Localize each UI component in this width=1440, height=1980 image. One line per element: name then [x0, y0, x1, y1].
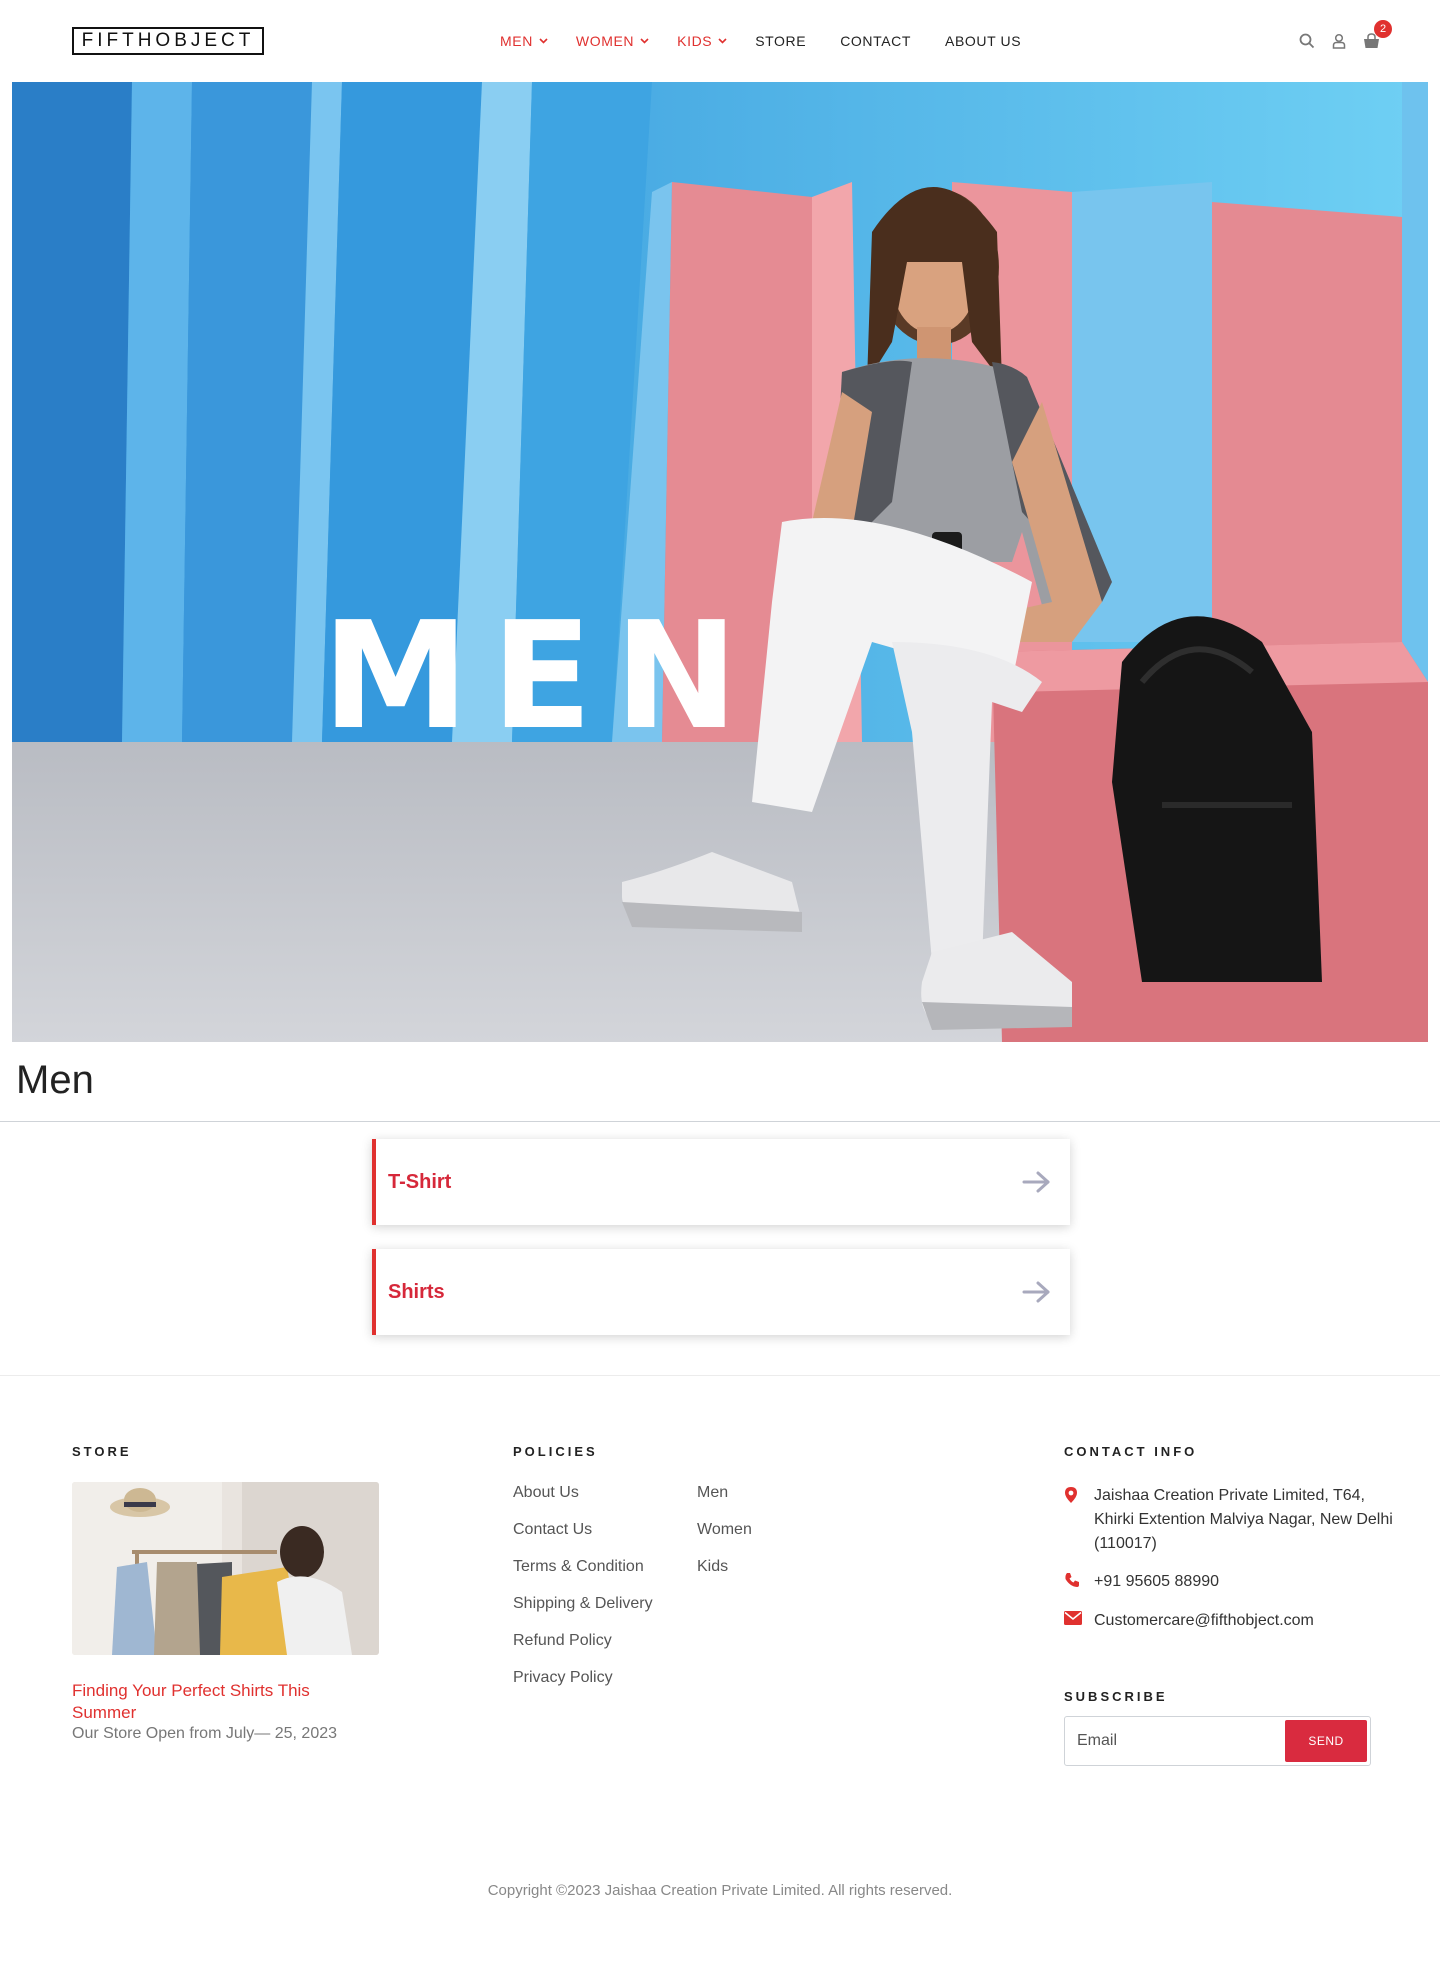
contact-phone: +91 95605 88990 [1064, 1570, 1404, 1594]
contact-email: Customercare@fifthobject.com [1064, 1609, 1404, 1633]
contact-address-text: Jaishaa Creation Private Limited, T64, K… [1094, 1487, 1393, 1552]
nav-item-women[interactable]: WOMEN [576, 33, 649, 49]
nav-item-label: WOMEN [575, 33, 635, 49]
header-icons: 2 [1283, 0, 1392, 82]
arrow-right-icon [1022, 1170, 1052, 1194]
footer-link-shipping[interactable]: Shipping & Delivery [513, 1595, 653, 1614]
contact-address: Jaishaa Creation Private Limited, T64, K… [1064, 1484, 1404, 1556]
nav-item-label: CONTACT [840, 33, 912, 49]
copyright-text: Copyright ©2023 Jaishaa Creation Private… [487, 1882, 953, 1899]
nav-item-about-us[interactable]: ABOUT US [945, 33, 1021, 49]
nav-item-contact[interactable]: CONTACT [840, 33, 911, 49]
divider [0, 1121, 1440, 1122]
subscribe-email-input[interactable] [1065, 1732, 1285, 1750]
cart-count-badge: 2 [1374, 20, 1392, 38]
category-card-shirts[interactable]: Shirts [372, 1249, 1070, 1335]
footer-link-contact-us[interactable]: Contact Us [513, 1521, 653, 1540]
policies-list: About Us Contact Us Terms & Condition Sh… [513, 1484, 653, 1706]
footer-link-women[interactable]: Women [697, 1521, 752, 1540]
nav-item-label: MEN [500, 33, 533, 49]
nav-item-men[interactable]: MEN [500, 33, 548, 49]
categories-list: Men Women Kids [697, 1484, 752, 1595]
footer-link-men[interactable]: Men [697, 1484, 752, 1503]
cart-icon[interactable]: 2 [1363, 20, 1392, 49]
nav-item-kids[interactable]: KIDS [677, 33, 727, 49]
footer-link-privacy[interactable]: Privacy Policy [513, 1669, 653, 1688]
site-logo[interactable]: FIFTHOBJECT [72, 27, 264, 55]
hero-title: MEN [322, 590, 761, 762]
footer-heading-store: STORE [72, 1444, 132, 1459]
hero-image [12, 82, 1428, 1042]
divider [0, 1375, 1440, 1376]
footer-heading-contact: CONTACT INFO [1064, 1444, 1198, 1459]
subscribe-send-button[interactable]: SEND [1285, 1720, 1367, 1762]
map-pin-icon [1064, 1484, 1094, 1504]
phone-icon [1064, 1570, 1094, 1588]
search-icon[interactable] [1299, 33, 1315, 49]
main-nav: MEN WOMEN KIDS STORE CONTACT ABOUT US [500, 0, 1055, 82]
chevron-down-icon [539, 38, 548, 44]
nav-item-label: ABOUT US [945, 33, 1022, 49]
footer-link-kids[interactable]: Kids [697, 1558, 752, 1577]
nav-item-label: KIDS [677, 33, 713, 49]
footer-link-terms[interactable]: Terms & Condition [513, 1558, 653, 1577]
footer-link-refund[interactable]: Refund Policy [513, 1632, 653, 1651]
store-post-image[interactable] [72, 1482, 379, 1655]
arrow-right-icon [1022, 1280, 1052, 1304]
store-post-subtitle: Our Store Open from July— 25, 2023 [72, 1725, 338, 1742]
nav-item-store[interactable]: STORE [755, 33, 806, 49]
site-header: FIFTHOBJECT MEN WOMEN KIDS STORE CONTACT [0, 0, 1440, 82]
store-post-title-link[interactable]: Finding Your Perfect Shirts This Summer [72, 1680, 342, 1724]
category-label: T-Shirt [388, 1170, 452, 1193]
footer-heading-subscribe: SUBSCRIBE [1064, 1689, 1168, 1704]
contact-email-text[interactable]: Customercare@fifthobject.com [1094, 1609, 1404, 1633]
footer-heading-policies: POLICIES [513, 1444, 598, 1459]
category-card-t-shirt[interactable]: T-Shirt [372, 1139, 1070, 1225]
chevron-down-icon [718, 38, 727, 44]
subscribe-form: SEND [1064, 1716, 1371, 1766]
chevron-down-icon [640, 38, 649, 44]
category-label: Shirts [388, 1280, 445, 1303]
envelope-icon [1064, 1609, 1094, 1625]
contact-phone-text[interactable]: +91 95605 88990 [1094, 1570, 1404, 1594]
user-icon[interactable] [1331, 33, 1347, 49]
page-title: Men [16, 1058, 94, 1102]
footer-link-about-us[interactable]: About Us [513, 1484, 653, 1503]
hero-banner: MEN [12, 82, 1428, 1042]
nav-item-label: STORE [755, 33, 807, 49]
